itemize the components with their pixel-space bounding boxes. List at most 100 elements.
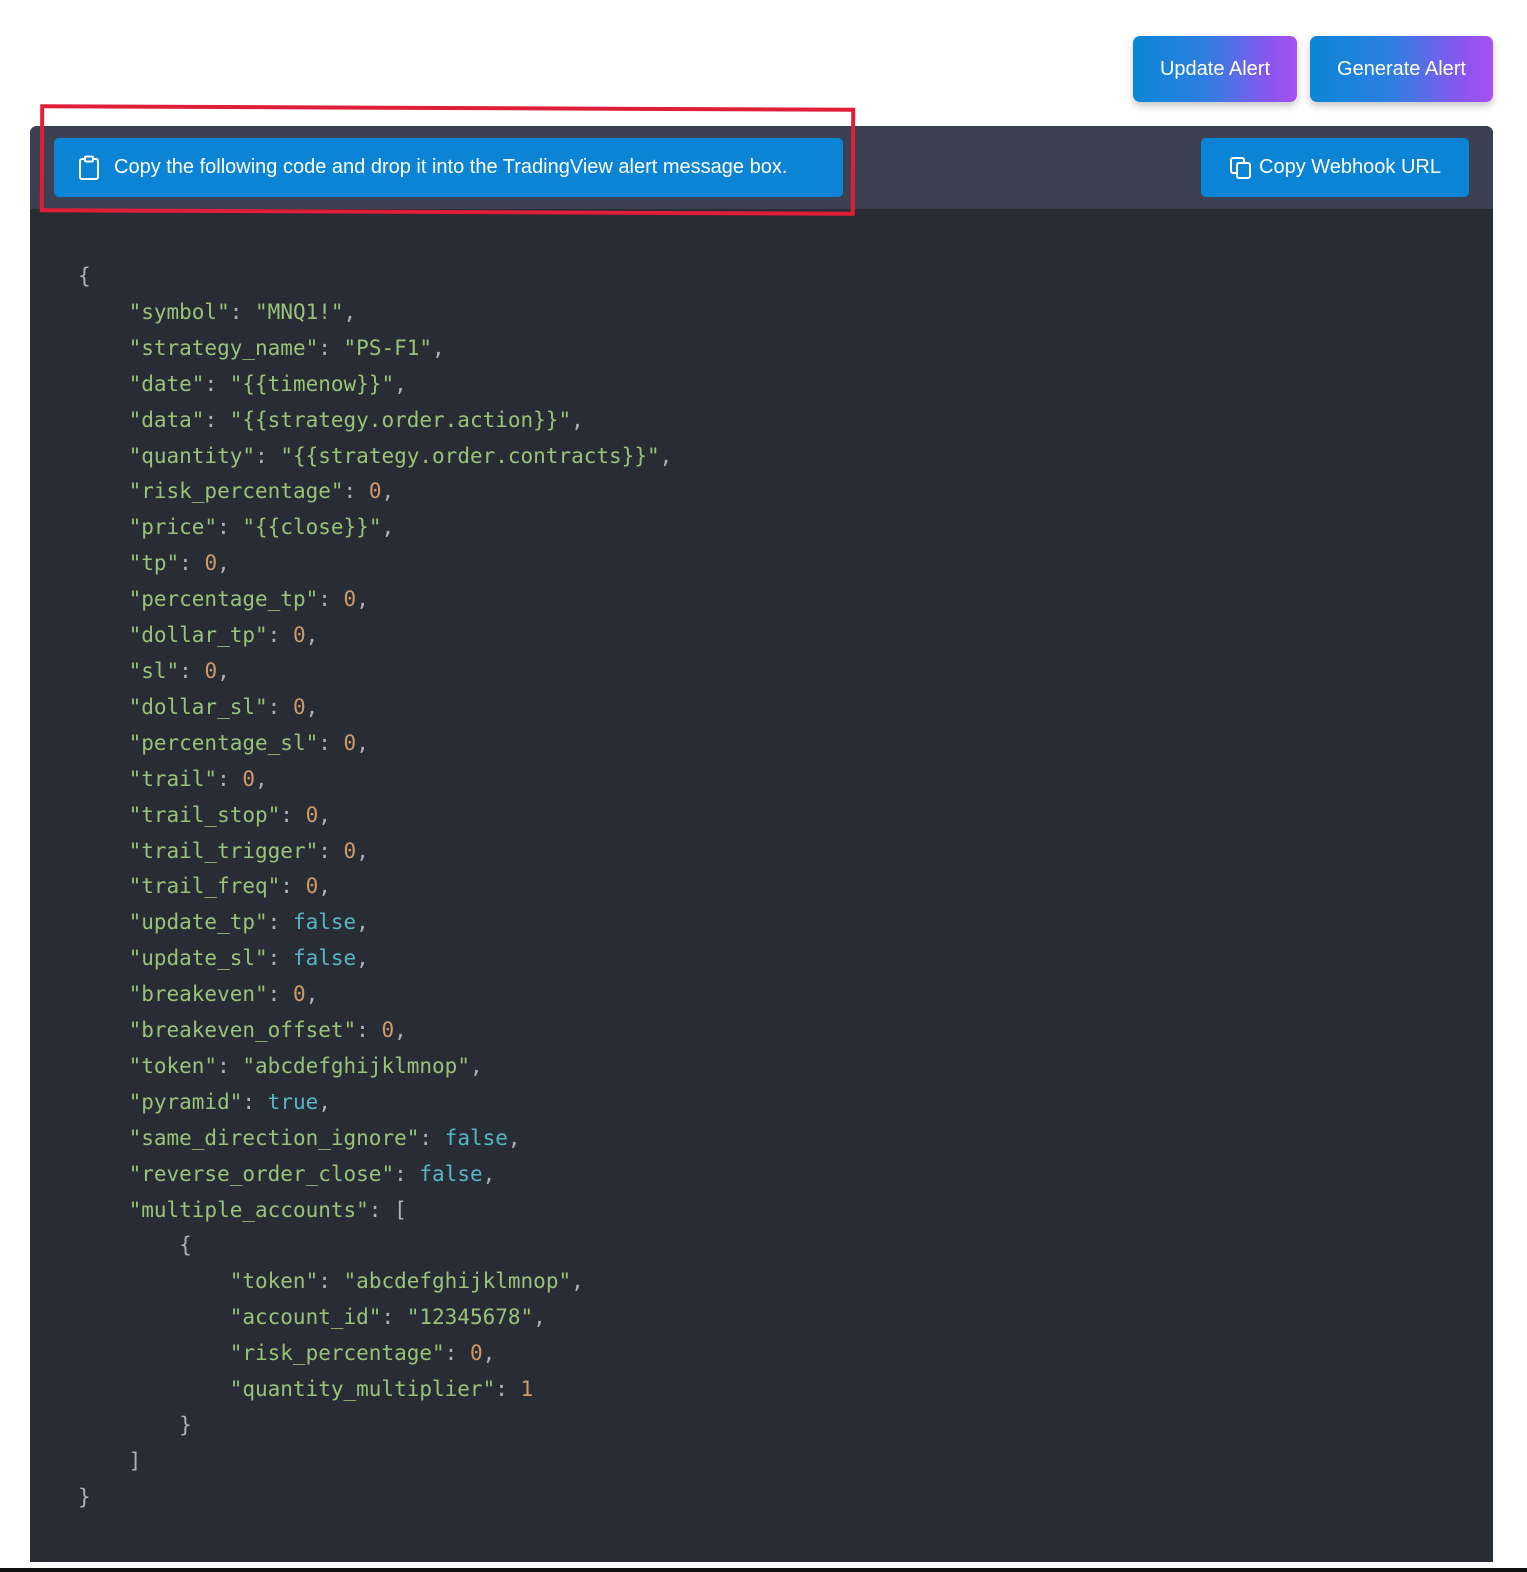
code-line: { (78, 259, 672, 295)
update-alert-button[interactable]: Update Alert (1133, 36, 1297, 102)
json-punctuation: , (507, 1125, 521, 1150)
json-key: "symbol" (128, 299, 230, 324)
json-key: "sl" (128, 658, 180, 683)
json-boolean: false (444, 1125, 508, 1150)
bottom-edge-bar (0, 1568, 1527, 1572)
json-punctuation: , (356, 838, 369, 863)
code-line: "multiple_accounts": [ (78, 1193, 672, 1229)
json-punctuation: : (267, 623, 293, 648)
code-line: "token": "abcdefghijklmnop", (78, 1049, 672, 1085)
json-punctuation: : (217, 1053, 243, 1078)
json-key: "multiple_accounts" (128, 1197, 369, 1222)
json-key: "trail_trigger" (128, 838, 319, 863)
json-punctuation: , (343, 299, 357, 324)
json-number: 0 (343, 587, 357, 612)
json-punctuation: , (571, 1269, 584, 1294)
json-punctuation: , (318, 802, 331, 827)
json-punctuation: : (381, 1305, 407, 1330)
code-line: "dollar_tp": 0, (78, 618, 672, 654)
json-key: "same_direction_ignore" (128, 1125, 420, 1150)
code-line: "percentage_sl": 0, (78, 726, 672, 762)
copy-webhook-url-label: Copy Webhook URL (1259, 156, 1441, 178)
json-key: "breakeven" (128, 982, 268, 1007)
json-punctuation: : (255, 443, 281, 468)
json-punctuation: : (280, 802, 306, 827)
json-string: "{{timenow}}" (229, 371, 395, 396)
json-punctuation: , (381, 479, 395, 504)
json-punctuation: : (229, 299, 256, 324)
code-line: "token": "abcdefghijklmnop", (78, 1264, 672, 1300)
json-punctuation: : (444, 1341, 470, 1366)
json-punctuation: , (356, 946, 369, 971)
json-string: "{{strategy.order.action}}" (229, 407, 572, 432)
code-line: "percentage_tp": 0, (78, 582, 672, 618)
code-line: "breakeven": 0, (78, 977, 672, 1013)
json-punctuation: : (204, 407, 230, 432)
json-key: "token" (229, 1269, 319, 1294)
code-line: "sl": 0, (78, 654, 672, 690)
code-line: "reverse_order_close": false, (78, 1157, 672, 1193)
top-actions: Update Alert Generate Alert (1133, 36, 1493, 102)
json-key: "trail_stop" (128, 802, 281, 827)
code-line: "update_sl": false, (78, 941, 672, 977)
json-punctuation: : (204, 371, 230, 396)
copy-icon (1229, 156, 1253, 180)
json-boolean: false (419, 1161, 483, 1186)
json-punctuation: : (217, 766, 243, 791)
json-string: "abcdefghijklmnop" (343, 1269, 572, 1294)
code-line: "symbol": "MNQ1!", (78, 295, 672, 331)
copy-instructions-banner: Copy the following code and drop it into… (54, 138, 843, 197)
json-punctuation: : (217, 515, 243, 540)
json-key: "breakeven_offset" (128, 1018, 357, 1043)
json-number: 0 (305, 874, 319, 899)
json-number: 0 (242, 766, 256, 791)
code-line: "data": "{{strategy.order.action}}", (78, 403, 672, 439)
json-key: "dollar_tp" (128, 623, 268, 648)
json-punctuation: , (659, 443, 673, 468)
json-punctuation: , (217, 551, 230, 576)
json-number: 0 (204, 551, 218, 576)
copy-webhook-url-button[interactable]: Copy Webhook URL (1201, 138, 1469, 197)
json-string: "abcdefghijklmnop" (242, 1053, 470, 1078)
json-punctuation: : (318, 335, 344, 360)
code-line: "breakeven_offset": 0, (78, 1013, 672, 1049)
json-punctuation: : (267, 694, 293, 719)
json-punctuation: : (242, 1089, 268, 1114)
json-number: 0 (292, 694, 306, 719)
code-line: "account_id": "12345678", (78, 1300, 672, 1336)
json-punctuation: , (482, 1161, 496, 1186)
code-line: "pyramid": true, (78, 1085, 672, 1121)
generate-alert-button[interactable]: Generate Alert (1310, 36, 1493, 102)
json-key: "update_sl" (128, 946, 268, 971)
json-punctuation: , (305, 694, 319, 719)
json-key: "account_id" (229, 1305, 382, 1330)
json-key: "trail" (128, 766, 218, 791)
json-punctuation: : (318, 730, 344, 755)
json-punctuation: : (318, 587, 344, 612)
json-number: 0 (368, 479, 382, 504)
json-key: "strategy_name" (128, 335, 319, 360)
code-line: ] (78, 1444, 672, 1480)
json-punctuation: , (381, 515, 395, 540)
code-line: "trail_freq": 0, (78, 869, 672, 905)
json-number: 1 (520, 1377, 534, 1402)
json-key: "trail_freq" (128, 874, 281, 899)
copy-instructions-text: Copy the following code and drop it into… (114, 156, 788, 178)
json-punctuation: ] (128, 1448, 142, 1473)
code-line: "same_direction_ignore": false, (78, 1121, 672, 1157)
json-key: "percentage_tp" (128, 587, 319, 612)
json-punctuation: , (356, 910, 369, 935)
json-boolean: false (292, 910, 357, 935)
code-line: "quantity": "{{strategy.order.contracts}… (78, 439, 673, 475)
json-key: "percentage_sl" (128, 730, 319, 755)
json-key: "dollar_sl" (128, 694, 268, 719)
json-key: "tp" (128, 551, 180, 576)
code-line: "price": "{{close}}", (78, 510, 672, 546)
json-punctuation: , (469, 1053, 483, 1078)
json-punctuation: : (394, 1161, 420, 1186)
json-punctuation: , (356, 730, 369, 755)
code-line: "dollar_sl": 0, (78, 690, 672, 726)
json-number: 0 (469, 1341, 483, 1366)
json-boolean: false (292, 946, 357, 971)
json-punctuation: : (495, 1377, 521, 1402)
